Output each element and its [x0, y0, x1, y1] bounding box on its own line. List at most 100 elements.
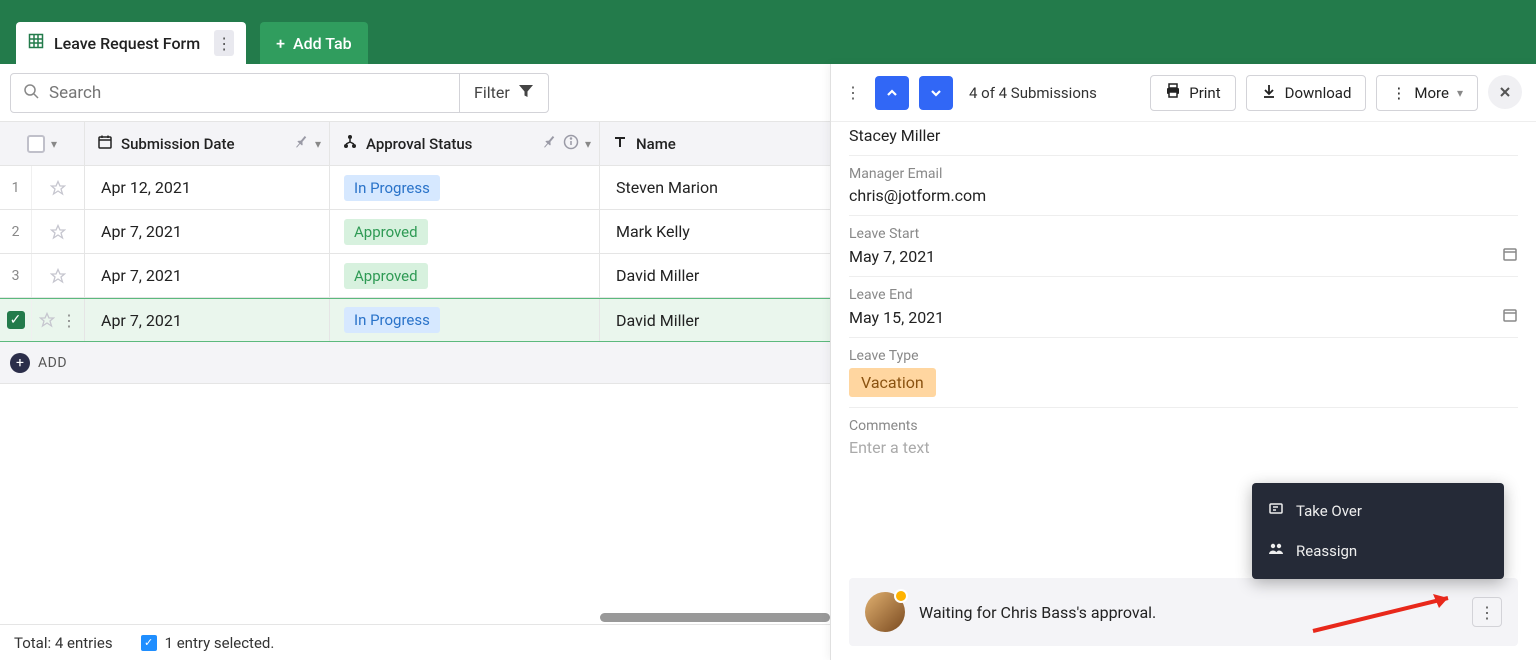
field-leave-type-label: Leave Type [849, 348, 1518, 364]
approval-actions-popover: Take Over Reassign [1252, 483, 1504, 579]
status-badge: In Progress [344, 175, 440, 201]
chevron-down-icon[interactable]: ▾ [315, 137, 321, 151]
plus-icon: + [276, 34, 285, 53]
add-row-label: ADD [38, 355, 67, 371]
more-button[interactable]: ⋮ More ▾ [1376, 75, 1478, 111]
row-number: 3 [0, 254, 32, 297]
row-number: 2 [0, 210, 32, 253]
cell-approval-status: In Progress [330, 299, 600, 341]
download-icon [1261, 83, 1277, 103]
submission-counter: 4 of 4 Submissions [969, 84, 1097, 102]
chevron-down-icon[interactable]: ▾ [51, 137, 57, 151]
plus-circle-icon: + [10, 353, 30, 373]
take-over-menu-item[interactable]: Take Over [1252, 491, 1504, 531]
reassign-label: Reassign [1296, 542, 1357, 560]
field-manager-email-value: chris@jotform.com [849, 186, 1518, 205]
selected-count: 1 entry selected. [165, 634, 275, 652]
download-button[interactable]: Download [1246, 75, 1367, 111]
cell-approval-status: Approved [330, 210, 600, 253]
close-panel-button[interactable] [1488, 75, 1522, 109]
filter-icon [518, 83, 534, 103]
pin-icon[interactable] [541, 134, 557, 154]
filter-button[interactable]: Filter [459, 74, 548, 112]
row-star[interactable]: ⋮ [32, 299, 85, 341]
field-manager-email-label: Manager Email [849, 166, 1518, 182]
cell-approval-status: Approved [330, 254, 600, 297]
print-label: Print [1189, 84, 1220, 102]
field-leave-type-value: Vacation [849, 368, 936, 397]
row-number: ✓ [0, 299, 32, 341]
status-badge [894, 589, 908, 603]
cell-submission-date: Apr 7, 2021 [85, 254, 330, 297]
submission-detail-panel: ⋮ 4 of 4 Submissions Print Download ⋮ [830, 64, 1536, 660]
row-menu-icon[interactable]: ⋮ [61, 311, 77, 330]
reassign-icon [1268, 541, 1284, 561]
search-box[interactable] [11, 74, 459, 112]
print-button[interactable]: Print [1150, 75, 1235, 111]
approval-menu-button[interactable]: ⋮ [1472, 597, 1502, 627]
pin-icon[interactable] [293, 134, 309, 154]
annotation-arrow [1308, 586, 1468, 636]
total-entries: Total: 4 entries [14, 634, 113, 652]
approval-status-bar: Waiting for Chris Bass's approval. ⋮ Tak… [849, 578, 1518, 646]
row-star[interactable] [32, 166, 85, 209]
tab-menu-button[interactable]: ⋮ [214, 30, 234, 56]
search-wrap: Filter [10, 73, 549, 113]
reassign-menu-item[interactable]: Reassign [1252, 531, 1504, 571]
take-over-icon [1268, 501, 1284, 521]
cell-submission-date: Apr 12, 2021 [85, 166, 330, 209]
dots-icon: ⋮ [1391, 84, 1406, 102]
prev-submission-button[interactable] [875, 76, 909, 110]
select-all-checkbox[interactable] [27, 135, 45, 153]
row-checkbox[interactable]: ✓ [7, 311, 25, 329]
column-submission-date[interactable]: Submission Date ▾ [85, 122, 330, 165]
search-icon [23, 83, 39, 103]
field-comments-label: Comments [849, 418, 1518, 434]
header-checkbox-cell: ▾ [0, 122, 85, 165]
check-icon: ✓ [141, 635, 157, 651]
add-tab-button[interactable]: + Add Tab [260, 22, 367, 64]
print-icon [1165, 83, 1181, 103]
field-name-value: Stacey Miller [849, 126, 1518, 145]
column-label: Name [636, 135, 676, 153]
text-icon [612, 134, 628, 154]
row-star[interactable] [32, 254, 85, 297]
more-label: More [1414, 84, 1449, 102]
detail-header: ⋮ 4 of 4 Submissions Print Download ⋮ [831, 64, 1536, 122]
field-leave-end-label: Leave End [849, 287, 1518, 303]
field-leave-end-value: May 15, 2021 [849, 308, 944, 327]
tab-bar: Leave Request Form ⋮ + Add Tab [0, 10, 1536, 64]
calendar-icon[interactable] [1502, 307, 1518, 327]
horizontal-scrollbar[interactable] [600, 613, 830, 622]
chevron-down-icon[interactable]: ▾ [585, 137, 591, 151]
approver-avatar [865, 592, 905, 632]
calendar-icon [97, 134, 113, 154]
add-tab-label: Add Tab [293, 34, 352, 53]
column-approval-status[interactable]: Approval Status ▾ [330, 122, 600, 165]
approval-status-text: Waiting for Chris Bass's approval. [919, 603, 1156, 622]
info-icon[interactable] [563, 134, 579, 154]
tab-label: Leave Request Form [54, 34, 200, 53]
top-strip [0, 0, 1536, 10]
cell-approval-status: In Progress [330, 166, 600, 209]
grid-icon [28, 33, 44, 53]
calendar-icon[interactable] [1502, 246, 1518, 266]
panel-menu-button[interactable]: ⋮ [841, 83, 865, 102]
tab-leave-request[interactable]: Leave Request Form ⋮ [16, 22, 246, 64]
status-badge: Approved [344, 263, 428, 289]
column-label: Approval Status [366, 135, 472, 153]
search-input[interactable] [49, 83, 447, 103]
field-comments-placeholder[interactable]: Enter a text [849, 438, 1518, 457]
workflow-icon [342, 134, 358, 154]
take-over-label: Take Over [1296, 502, 1362, 520]
field-leave-start-label: Leave Start [849, 226, 1518, 242]
status-badge: Approved [344, 219, 428, 245]
chevron-down-icon: ▾ [1457, 86, 1463, 100]
row-star[interactable] [32, 210, 85, 253]
column-label: Submission Date [121, 135, 235, 153]
field-leave-start-value: May 7, 2021 [849, 247, 935, 266]
row-number: 1 [0, 166, 32, 209]
next-submission-button[interactable] [919, 76, 953, 110]
cell-submission-date: Apr 7, 2021 [85, 210, 330, 253]
download-label: Download [1285, 84, 1352, 102]
